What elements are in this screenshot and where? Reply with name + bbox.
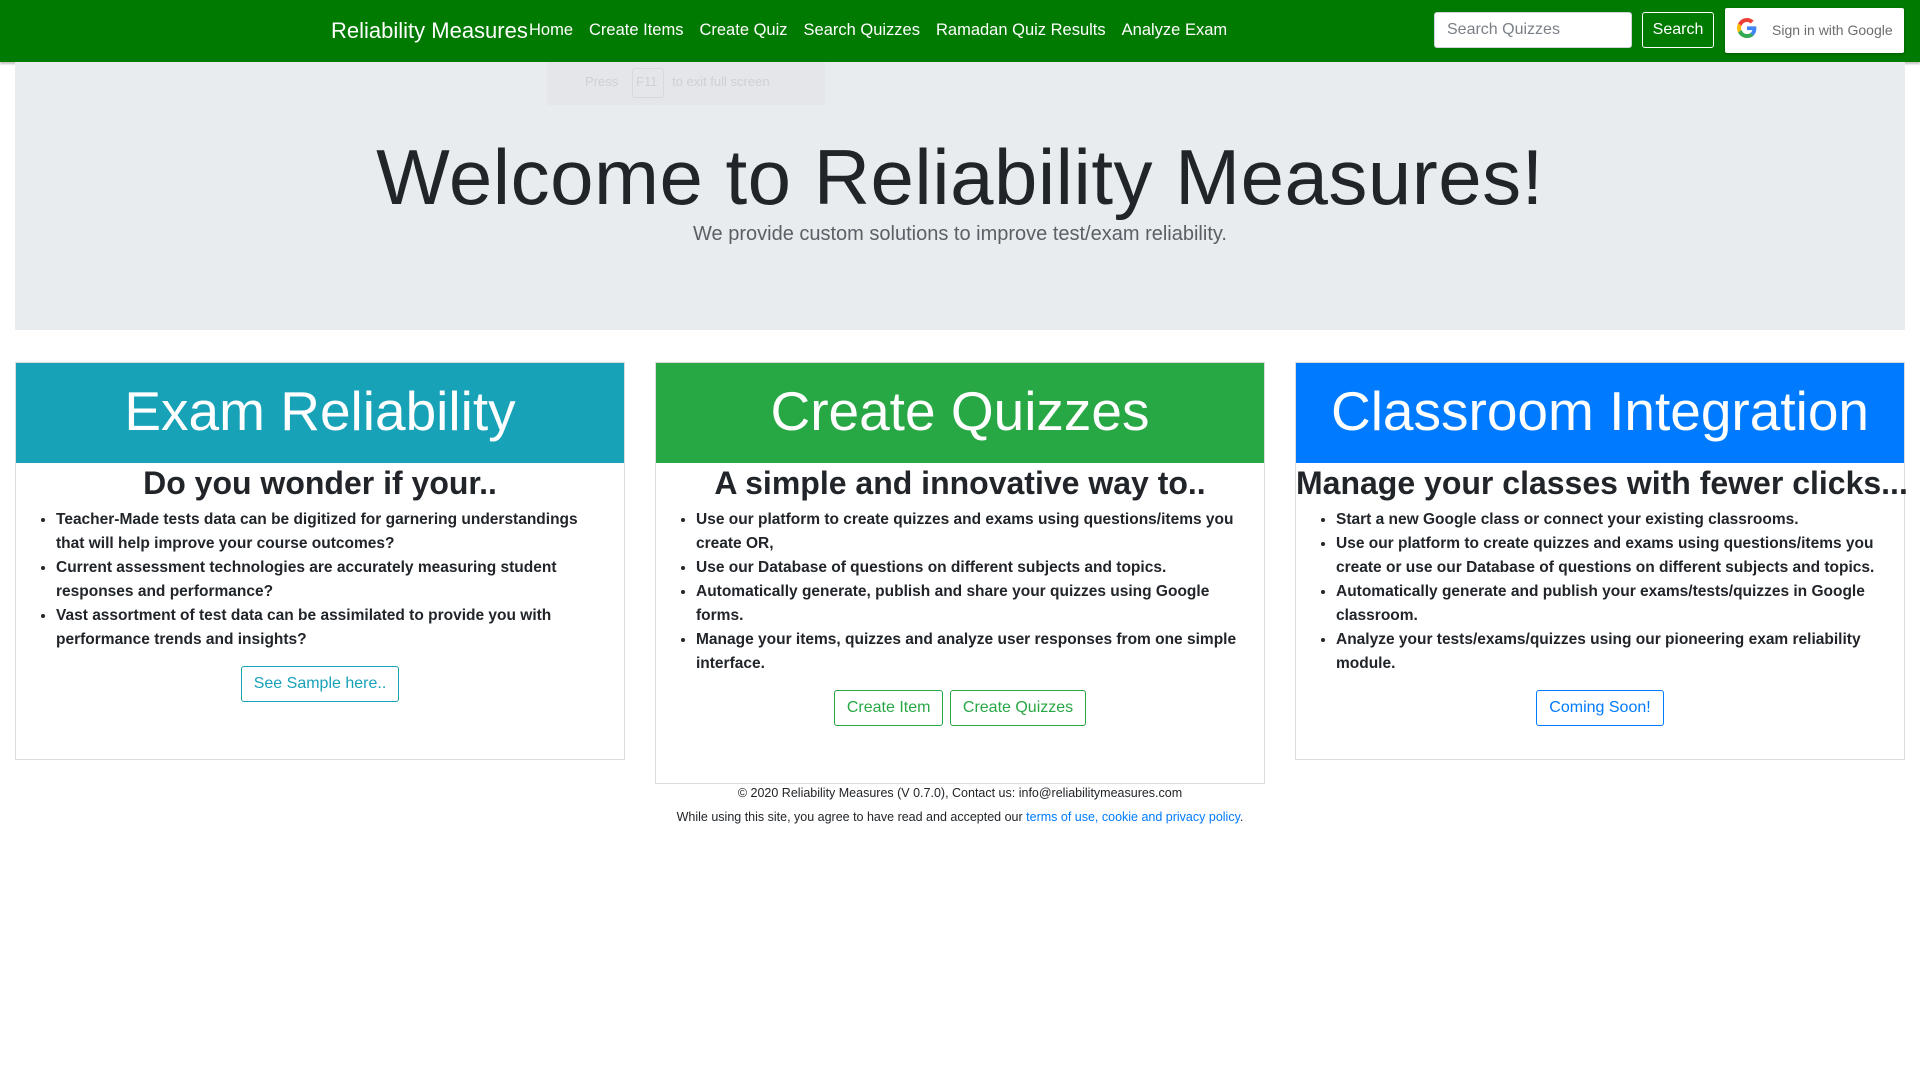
list-item: Automatically generate, publish and shar… [696, 580, 1244, 628]
list-item: Manage your items, quizzes and analyze u… [696, 628, 1244, 676]
card-exam-reliability: Exam Reliability Do you wonder if your..… [15, 362, 625, 760]
card-bullet-list: Use our platform to create quizzes and e… [656, 508, 1264, 676]
nav-links: Home Create Items Create Quiz Search Qui… [529, 21, 1227, 40]
nav-link-analyze-exam[interactable]: Analyze Exam [1122, 21, 1227, 40]
footer-copyright: © 2020 Reliability Measures (V 0.7.0), C… [737, 786, 1183, 800]
list-item: Automatically generate and publish your … [1336, 580, 1884, 628]
card-heading: Do you wonder if your.. [143, 465, 497, 501]
page-subtitle: We provide custom solutions to improve t… [693, 223, 1227, 245]
nav-link-search-quizzes[interactable]: Search Quizzes [804, 21, 920, 40]
create-quizzes-button[interactable]: Create Quizzes [949, 690, 1087, 726]
list-item: Teacher-Made tests data can be digitized… [56, 508, 604, 556]
hint-text-after: to exit full screen [672, 74, 770, 89]
brand-logo-text[interactable]: Reliability Measures [331, 18, 528, 44]
coming-soon-button[interactable]: Coming Soon! [1536, 690, 1664, 726]
card-heading: Manage your classes with fewer clicks... [1296, 465, 1908, 501]
google-sign-in-label: Sign in with Google [1772, 22, 1893, 38]
footer-terms-prefix: While using this site, you agree to have… [676, 810, 1027, 824]
fullscreen-exit-hint: Press F11 to exit full screen [547, 62, 825, 105]
nav-link-ramadan-quiz-results[interactable]: Ramadan Quiz Results [936, 21, 1106, 40]
nav-link-create-quiz[interactable]: Create Quiz [699, 21, 787, 40]
list-item: Use our Database of questions on differe… [696, 556, 1244, 580]
card-header: Classroom Integration [1296, 363, 1904, 463]
list-item: Use our platform to create quizzes and e… [696, 508, 1244, 556]
card-header: Exam Reliability [16, 363, 624, 463]
footer-terms-line: While using this site, you agree to have… [0, 810, 1920, 824]
hint-text-before: Press [585, 74, 619, 89]
top-navbar: Reliability Measures Home Create Items C… [0, 0, 1920, 62]
card-header: Create Quizzes [656, 363, 1264, 463]
list-item: Vast assortment of test data can be assi… [56, 604, 604, 652]
terms-privacy-link[interactable]: terms of use, cookie and privacy policy [1026, 810, 1240, 824]
list-item: Current assessment technologies are accu… [56, 556, 604, 604]
hint-key-label: F11 [636, 74, 658, 89]
welcome-jumbotron: Welcome to Reliability Measures! We prov… [15, 62, 1905, 330]
list-item: Start a new Google class or connect your… [1336, 508, 1884, 532]
list-item: Use our platform to create quizzes and e… [1336, 532, 1884, 580]
search-button[interactable]: Search [1642, 12, 1714, 48]
card-heading: A simple and innovative way to.. [714, 465, 1206, 501]
card-bullet-list: Start a new Google class or connect your… [1296, 508, 1904, 676]
search-quizzes-input[interactable] [1434, 12, 1632, 48]
card-bullet-list: Teacher-Made tests data can be digitized… [16, 508, 624, 652]
footer-terms-suffix: . [1239, 810, 1244, 824]
list-item: Analyze your tests/exams/quizzes using o… [1336, 628, 1884, 676]
card-classroom-integration: Classroom Integration Manage your classe… [1295, 362, 1908, 760]
nav-link-create-items[interactable]: Create Items [589, 21, 683, 40]
see-sample-button[interactable]: See Sample here.. [240, 666, 400, 702]
nav-link-home[interactable]: Home [529, 21, 573, 40]
create-item-button[interactable]: Create Item [833, 690, 944, 726]
google-sign-in-button[interactable]: Sign in with Google [1725, 8, 1904, 53]
page-title: Welcome to Reliability Measures! [376, 133, 1544, 221]
card-create-quizzes: Create Quizzes A simple and innovative w… [655, 362, 1265, 784]
google-g-icon [1737, 18, 1757, 38]
